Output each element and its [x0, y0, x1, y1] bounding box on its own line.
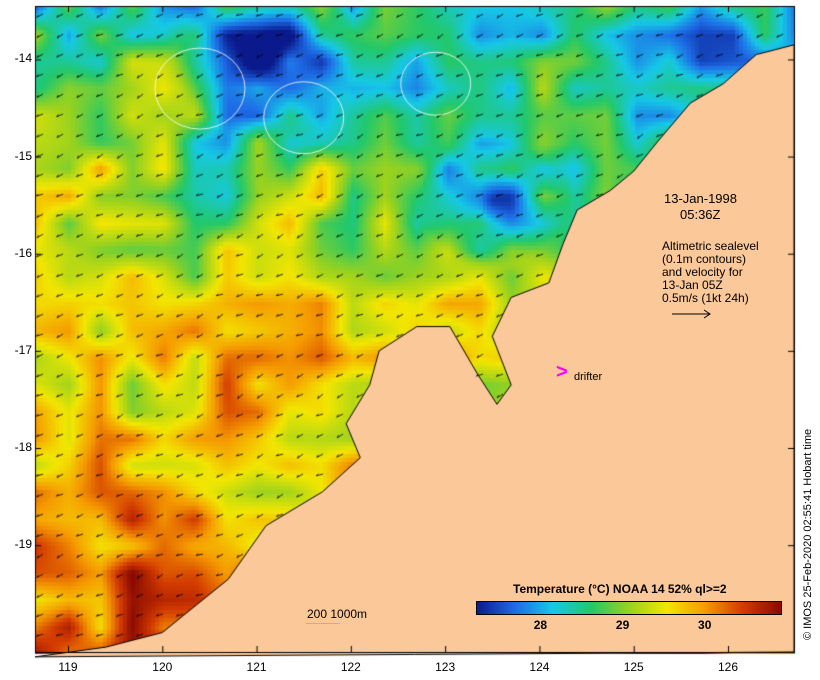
x-tick-label: 123 — [435, 660, 456, 674]
bathymetry-line — [306, 623, 340, 624]
drifter-label: drifter — [574, 371, 603, 383]
legend-line: 0.5m/s (1kt 24h) — [662, 291, 749, 305]
bathymetry-label: 200 1000m — [307, 607, 368, 621]
drifter-marker: > — [556, 361, 568, 383]
copyright-stamp: © IMOS 25-Feb-2020 02:55:41 Hobart time — [802, 428, 814, 640]
velocity-legend: Altimetric sealevel (0.1m contours) and … — [662, 240, 759, 305]
x-tick-label: 121 — [246, 660, 267, 674]
y-tick-label: -18 — [14, 440, 32, 454]
x-tick-label: 120 — [152, 660, 173, 674]
y-tick-label: -19 — [14, 537, 32, 552]
y-tick-label: -16 — [14, 245, 32, 260]
colorbar — [476, 601, 782, 615]
y-tick-label: -14 — [14, 51, 32, 66]
x-tick-label: 124 — [529, 660, 550, 674]
y-tick-label: -15 — [14, 148, 32, 163]
time-label: 05:36Z — [680, 207, 721, 222]
colorbar-tick-label: 30 — [698, 618, 712, 632]
x-tick-label: 126 — [717, 660, 739, 674]
sst-map-canvas — [0, 0, 820, 680]
x-tick-label: 125 — [623, 660, 644, 674]
velocity-scale-arrow — [672, 309, 711, 319]
x-tick-label: 122 — [340, 660, 361, 674]
colorbar-tick-label: 29 — [615, 618, 630, 632]
x-tick-label: 119 — [58, 660, 78, 674]
date-label: 13-Jan-1998 — [664, 191, 737, 206]
colorbar-tick-label: 28 — [533, 618, 548, 632]
colorbar-title: Temperature (°C) NOAA 14 52% ql>=2 — [513, 582, 727, 596]
y-tick-label: -17 — [14, 342, 32, 357]
